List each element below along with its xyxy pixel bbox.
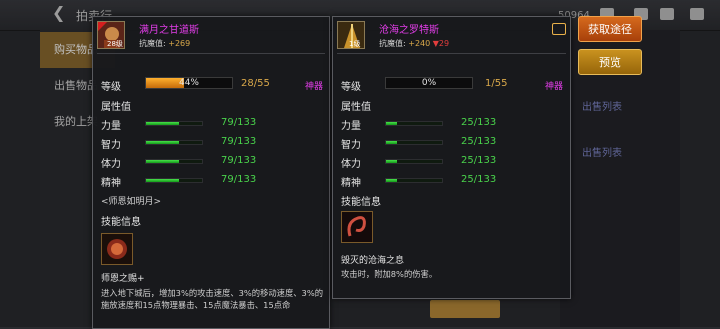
item-quote: <师恩如明月> bbox=[101, 197, 162, 207]
share-icon[interactable] bbox=[552, 23, 566, 35]
stat-bar-fill bbox=[386, 160, 397, 163]
item-name: 满月之甘道斯 bbox=[139, 25, 199, 36]
stat-bar bbox=[385, 178, 443, 183]
skill-name: 师恩之赐+ bbox=[101, 274, 145, 284]
stat-value: 25/133 bbox=[461, 117, 497, 128]
preview-button[interactable]: 预览 bbox=[578, 49, 642, 75]
stat-label: 精神 bbox=[341, 178, 361, 189]
stat-label: 力量 bbox=[101, 121, 121, 132]
item-level-badge: 1级 bbox=[349, 40, 361, 48]
stat-value: 79/133 bbox=[221, 155, 257, 166]
skill-description: 进入地下城后，增加3%的攻击速度、3%的移动速度、3%的施放速度和15点物理暴击… bbox=[101, 288, 324, 310]
skill-description: 攻击时，附加8%的伤害。 bbox=[341, 269, 438, 279]
stat-bar-fill bbox=[386, 122, 397, 125]
stat-bar bbox=[145, 159, 203, 164]
stats-title: 属性值 bbox=[101, 102, 131, 113]
stat-bar bbox=[385, 159, 443, 164]
attack-label: 抗魔值: bbox=[139, 39, 166, 48]
divider bbox=[97, 53, 325, 54]
level-percent: 0% bbox=[421, 78, 437, 88]
stat-bar bbox=[385, 140, 443, 145]
stat-value: 79/133 bbox=[221, 174, 257, 185]
attack-value: +269 bbox=[168, 39, 191, 48]
level-value: 28/55 bbox=[241, 78, 270, 89]
stat-value: 25/133 bbox=[461, 136, 497, 147]
stat-value: 25/133 bbox=[461, 174, 497, 185]
item-name: 沧海之罗特斯 bbox=[379, 25, 439, 36]
stat-value: 79/133 bbox=[221, 136, 257, 147]
stats-title: 属性值 bbox=[341, 102, 371, 113]
stat-bar-fill bbox=[146, 179, 180, 182]
stat-label: 智力 bbox=[341, 140, 361, 151]
stat-bar bbox=[385, 121, 443, 126]
stat-value: 25/133 bbox=[461, 155, 497, 166]
attack-diff: ▼29 bbox=[432, 39, 450, 48]
stat-bar-fill bbox=[386, 179, 397, 182]
stat-value: 79/133 bbox=[221, 117, 257, 128]
stat-label: 精神 bbox=[101, 178, 121, 189]
level-label: 等级 bbox=[341, 82, 361, 93]
stat-bar bbox=[145, 121, 203, 126]
item-attack: 抗魔值: +240 ▼29 bbox=[379, 38, 449, 49]
stat-label: 体力 bbox=[101, 159, 121, 170]
stat-label: 体力 bbox=[341, 159, 361, 170]
artifact-tag: 神器 bbox=[305, 82, 324, 92]
stat-bar bbox=[145, 178, 203, 183]
stat-bar-fill bbox=[146, 141, 180, 144]
stat-label: 力量 bbox=[341, 121, 361, 132]
divider bbox=[337, 53, 566, 54]
obtain-method-button[interactable]: 获取途径 bbox=[578, 16, 642, 42]
equipped-item-tooltip: 28级 满月之甘道斯 抗魔值: +269 等级 44% 28/55 神器 属性值… bbox=[92, 16, 330, 329]
compare-item-tooltip: 1级 沧海之罗特斯 抗魔值: +240 ▼29 等级 0% 1/55 神器 属性… bbox=[332, 16, 571, 299]
level-bar: 0% bbox=[385, 77, 473, 89]
skill-title: 技能信息 bbox=[341, 197, 381, 208]
stat-label: 智力 bbox=[101, 140, 121, 151]
skill-title: 技能信息 bbox=[101, 217, 141, 228]
skill-icon bbox=[341, 211, 373, 243]
attack-value: +240 bbox=[408, 39, 431, 48]
level-bar: 44% bbox=[145, 77, 233, 89]
item-attack: 抗魔值: +269 bbox=[139, 38, 190, 49]
artifact-tag: 神器 bbox=[545, 82, 564, 92]
level-label: 等级 bbox=[101, 82, 121, 93]
stat-bar-fill bbox=[386, 141, 397, 144]
level-value: 1/55 bbox=[485, 78, 508, 89]
attack-label: 抗魔值: bbox=[379, 39, 406, 48]
level-percent: 44% bbox=[178, 78, 199, 88]
item-level-badge: 28级 bbox=[107, 40, 123, 48]
skill-name: 毁灭的沧海之息 bbox=[341, 256, 405, 266]
stat-bar bbox=[145, 140, 203, 145]
stat-bar-fill bbox=[146, 122, 180, 125]
stat-bar-fill bbox=[146, 160, 180, 163]
skill-icon bbox=[101, 233, 133, 265]
